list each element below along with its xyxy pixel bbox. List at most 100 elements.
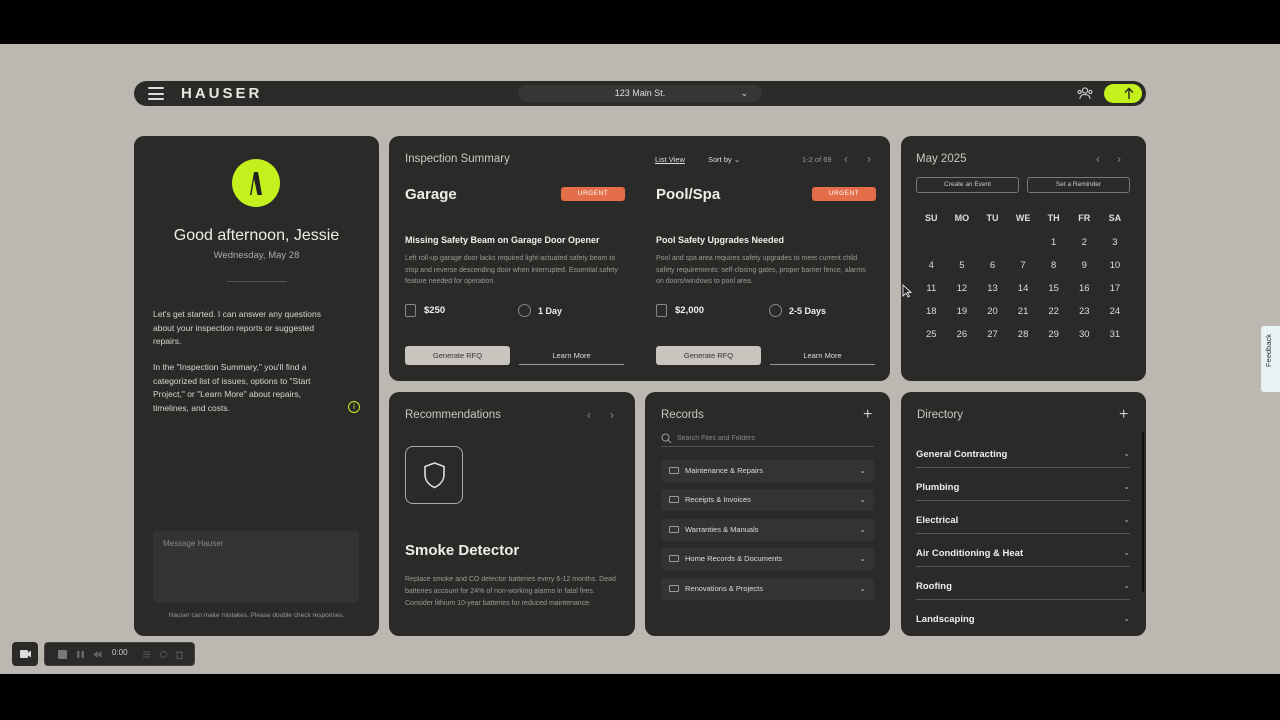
directory-label: General Contracting	[916, 449, 1008, 460]
calendar-day[interactable]: 27	[977, 323, 1008, 346]
camera-button[interactable]	[12, 642, 38, 666]
directory-item[interactable]: Plumbing ⌄	[916, 477, 1130, 501]
calendar-day[interactable]: 5	[947, 254, 978, 277]
records-card: Records + Maintenance & Repairs ⌄ Receipt…	[645, 392, 890, 636]
recorder-toolbar: 0:00	[44, 642, 195, 666]
arrow-up-icon	[1124, 87, 1134, 99]
directory-item[interactable]: General Contracting ⌄	[916, 444, 1130, 468]
calendar-month: May 2025	[916, 153, 967, 165]
folder-item[interactable]: Home Records & Documents ⌄	[661, 548, 874, 570]
directory-item[interactable]: Landscaping ⌄	[916, 609, 1130, 633]
calendar-day[interactable]: 4	[916, 254, 947, 277]
chevron-down-icon: ⌄	[859, 584, 866, 593]
folder-icon	[669, 467, 679, 474]
calendar-day[interactable]: 17	[1100, 277, 1131, 300]
recommendation-icon-box	[405, 446, 463, 504]
shield-icon	[424, 462, 445, 489]
list-icon[interactable]	[142, 650, 151, 659]
calendar-empty	[947, 231, 978, 254]
recording-time: 0:00	[112, 648, 128, 657]
message-input[interactable]	[153, 531, 359, 603]
next-arrow-icon[interactable]: ›	[867, 152, 871, 166]
calendar-day[interactable]: 8	[1038, 254, 1069, 277]
directory-item[interactable]: Air Conditioning & Heat ⌄	[916, 543, 1130, 567]
set-reminder-button[interactable]: Set a Reminder	[1027, 177, 1130, 193]
calendar-day[interactable]: 28	[1008, 323, 1039, 346]
weekday-header: SU MO TU WE TH FR SA	[916, 213, 1146, 227]
calendar-day[interactable]: 11	[916, 277, 947, 300]
list-view-link[interactable]: List View	[655, 155, 685, 164]
divider	[227, 281, 287, 282]
prev-arrow-icon[interactable]: ‹	[844, 152, 848, 166]
upload-button[interactable]	[1104, 84, 1142, 103]
add-contact-icon[interactable]: +	[1119, 407, 1128, 423]
calendar-day[interactable]: 23	[1069, 300, 1100, 323]
address-selector[interactable]: 123 Main St. ⌄	[518, 85, 762, 102]
next-month-icon[interactable]: ›	[1117, 152, 1121, 166]
calendar-day[interactable]: 3	[1100, 231, 1131, 254]
stop-icon[interactable]	[58, 650, 67, 659]
calendar-day[interactable]: 30	[1069, 323, 1100, 346]
calendar-day[interactable]: 13	[977, 277, 1008, 300]
calendar-day[interactable]: 1	[1038, 231, 1069, 254]
refresh-icon[interactable]	[159, 650, 168, 659]
pause-icon[interactable]	[76, 650, 85, 659]
directory-item[interactable]: Roofing ⌄	[916, 576, 1130, 600]
scrollbar[interactable]	[1142, 432, 1144, 592]
chevron-down-icon: ⌄	[733, 155, 741, 164]
learn-more-button[interactable]: Learn More	[519, 347, 624, 365]
chevron-down-icon: ⌄	[740, 88, 748, 98]
folder-item[interactable]: Renovations & Projects ⌄	[661, 578, 874, 600]
calendar-day[interactable]: 31	[1100, 323, 1131, 346]
folder-icon	[669, 526, 679, 533]
trash-icon[interactable]	[175, 650, 184, 659]
calendar-day[interactable]: 14	[1008, 277, 1039, 300]
calendar-day[interactable]: 10	[1100, 254, 1131, 277]
folder-item[interactable]: Receipts & Invoices ⌄	[661, 489, 874, 511]
rewind-icon[interactable]	[93, 650, 102, 659]
calendar-day[interactable]: 19	[947, 300, 978, 323]
greeting-date: Wednesday, May 28	[213, 250, 300, 261]
generate-rfq-button[interactable]: Generate RFQ	[656, 346, 761, 365]
chevron-down-icon: ⌄	[1123, 482, 1130, 491]
calendar-day[interactable]: 22	[1038, 300, 1069, 323]
users-icon[interactable]	[1077, 86, 1093, 100]
calendar-day[interactable]: 20	[977, 300, 1008, 323]
directory-item[interactable]: Electrical ⌄	[916, 510, 1130, 534]
calendar-day[interactable]: 12	[947, 277, 978, 300]
calendar-week: 4 5 6 7 8 9 10	[916, 254, 1146, 277]
feedback-tab[interactable]: Feedback	[1261, 326, 1280, 392]
sort-by-dropdown[interactable]: Sort by ⌄	[708, 155, 740, 164]
search-input[interactable]	[677, 432, 867, 445]
calendar-day[interactable]: 21	[1008, 300, 1039, 323]
prev-arrow-icon[interactable]: ‹	[587, 408, 591, 422]
calendar-day[interactable]: 18	[916, 300, 947, 323]
learn-more-button[interactable]: Learn More	[770, 347, 875, 365]
folder-item[interactable]: Warranties & Manuals ⌄	[661, 519, 874, 541]
calendar-day[interactable]: 24	[1100, 300, 1131, 323]
directory-label: Roofing	[916, 581, 952, 592]
add-record-icon[interactable]: +	[863, 407, 872, 423]
calendar-day[interactable]: 15	[1038, 277, 1069, 300]
generate-rfq-button[interactable]: Generate RFQ	[405, 346, 510, 365]
calendar-day[interactable]: 29	[1038, 323, 1069, 346]
calendar-card: May 2025 ‹ › Create an Event Set a Remin…	[901, 136, 1146, 381]
create-event-button[interactable]: Create an Event	[916, 177, 1019, 193]
next-arrow-icon[interactable]: ›	[610, 408, 614, 422]
calendar-day[interactable]: 16	[1069, 277, 1100, 300]
prev-month-icon[interactable]: ‹	[1096, 152, 1100, 166]
weekday-label: MO	[954, 213, 970, 223]
calendar-day[interactable]: 26	[947, 323, 978, 346]
menu-icon[interactable]	[148, 87, 164, 100]
recommendations-title: Recommendations	[405, 409, 501, 421]
calendar-day[interactable]: 2	[1069, 231, 1100, 254]
info-icon[interactable]: i	[348, 401, 360, 413]
folder-icon	[669, 555, 679, 562]
folder-item[interactable]: Maintenance & Repairs ⌄	[661, 460, 874, 482]
calendar-day[interactable]: 25	[916, 323, 947, 346]
directory-label: Landscaping	[916, 614, 975, 625]
calendar-day[interactable]: 6	[977, 254, 1008, 277]
folder-icon	[669, 585, 679, 592]
calendar-day[interactable]: 7	[1008, 254, 1039, 277]
calendar-day[interactable]: 9	[1069, 254, 1100, 277]
